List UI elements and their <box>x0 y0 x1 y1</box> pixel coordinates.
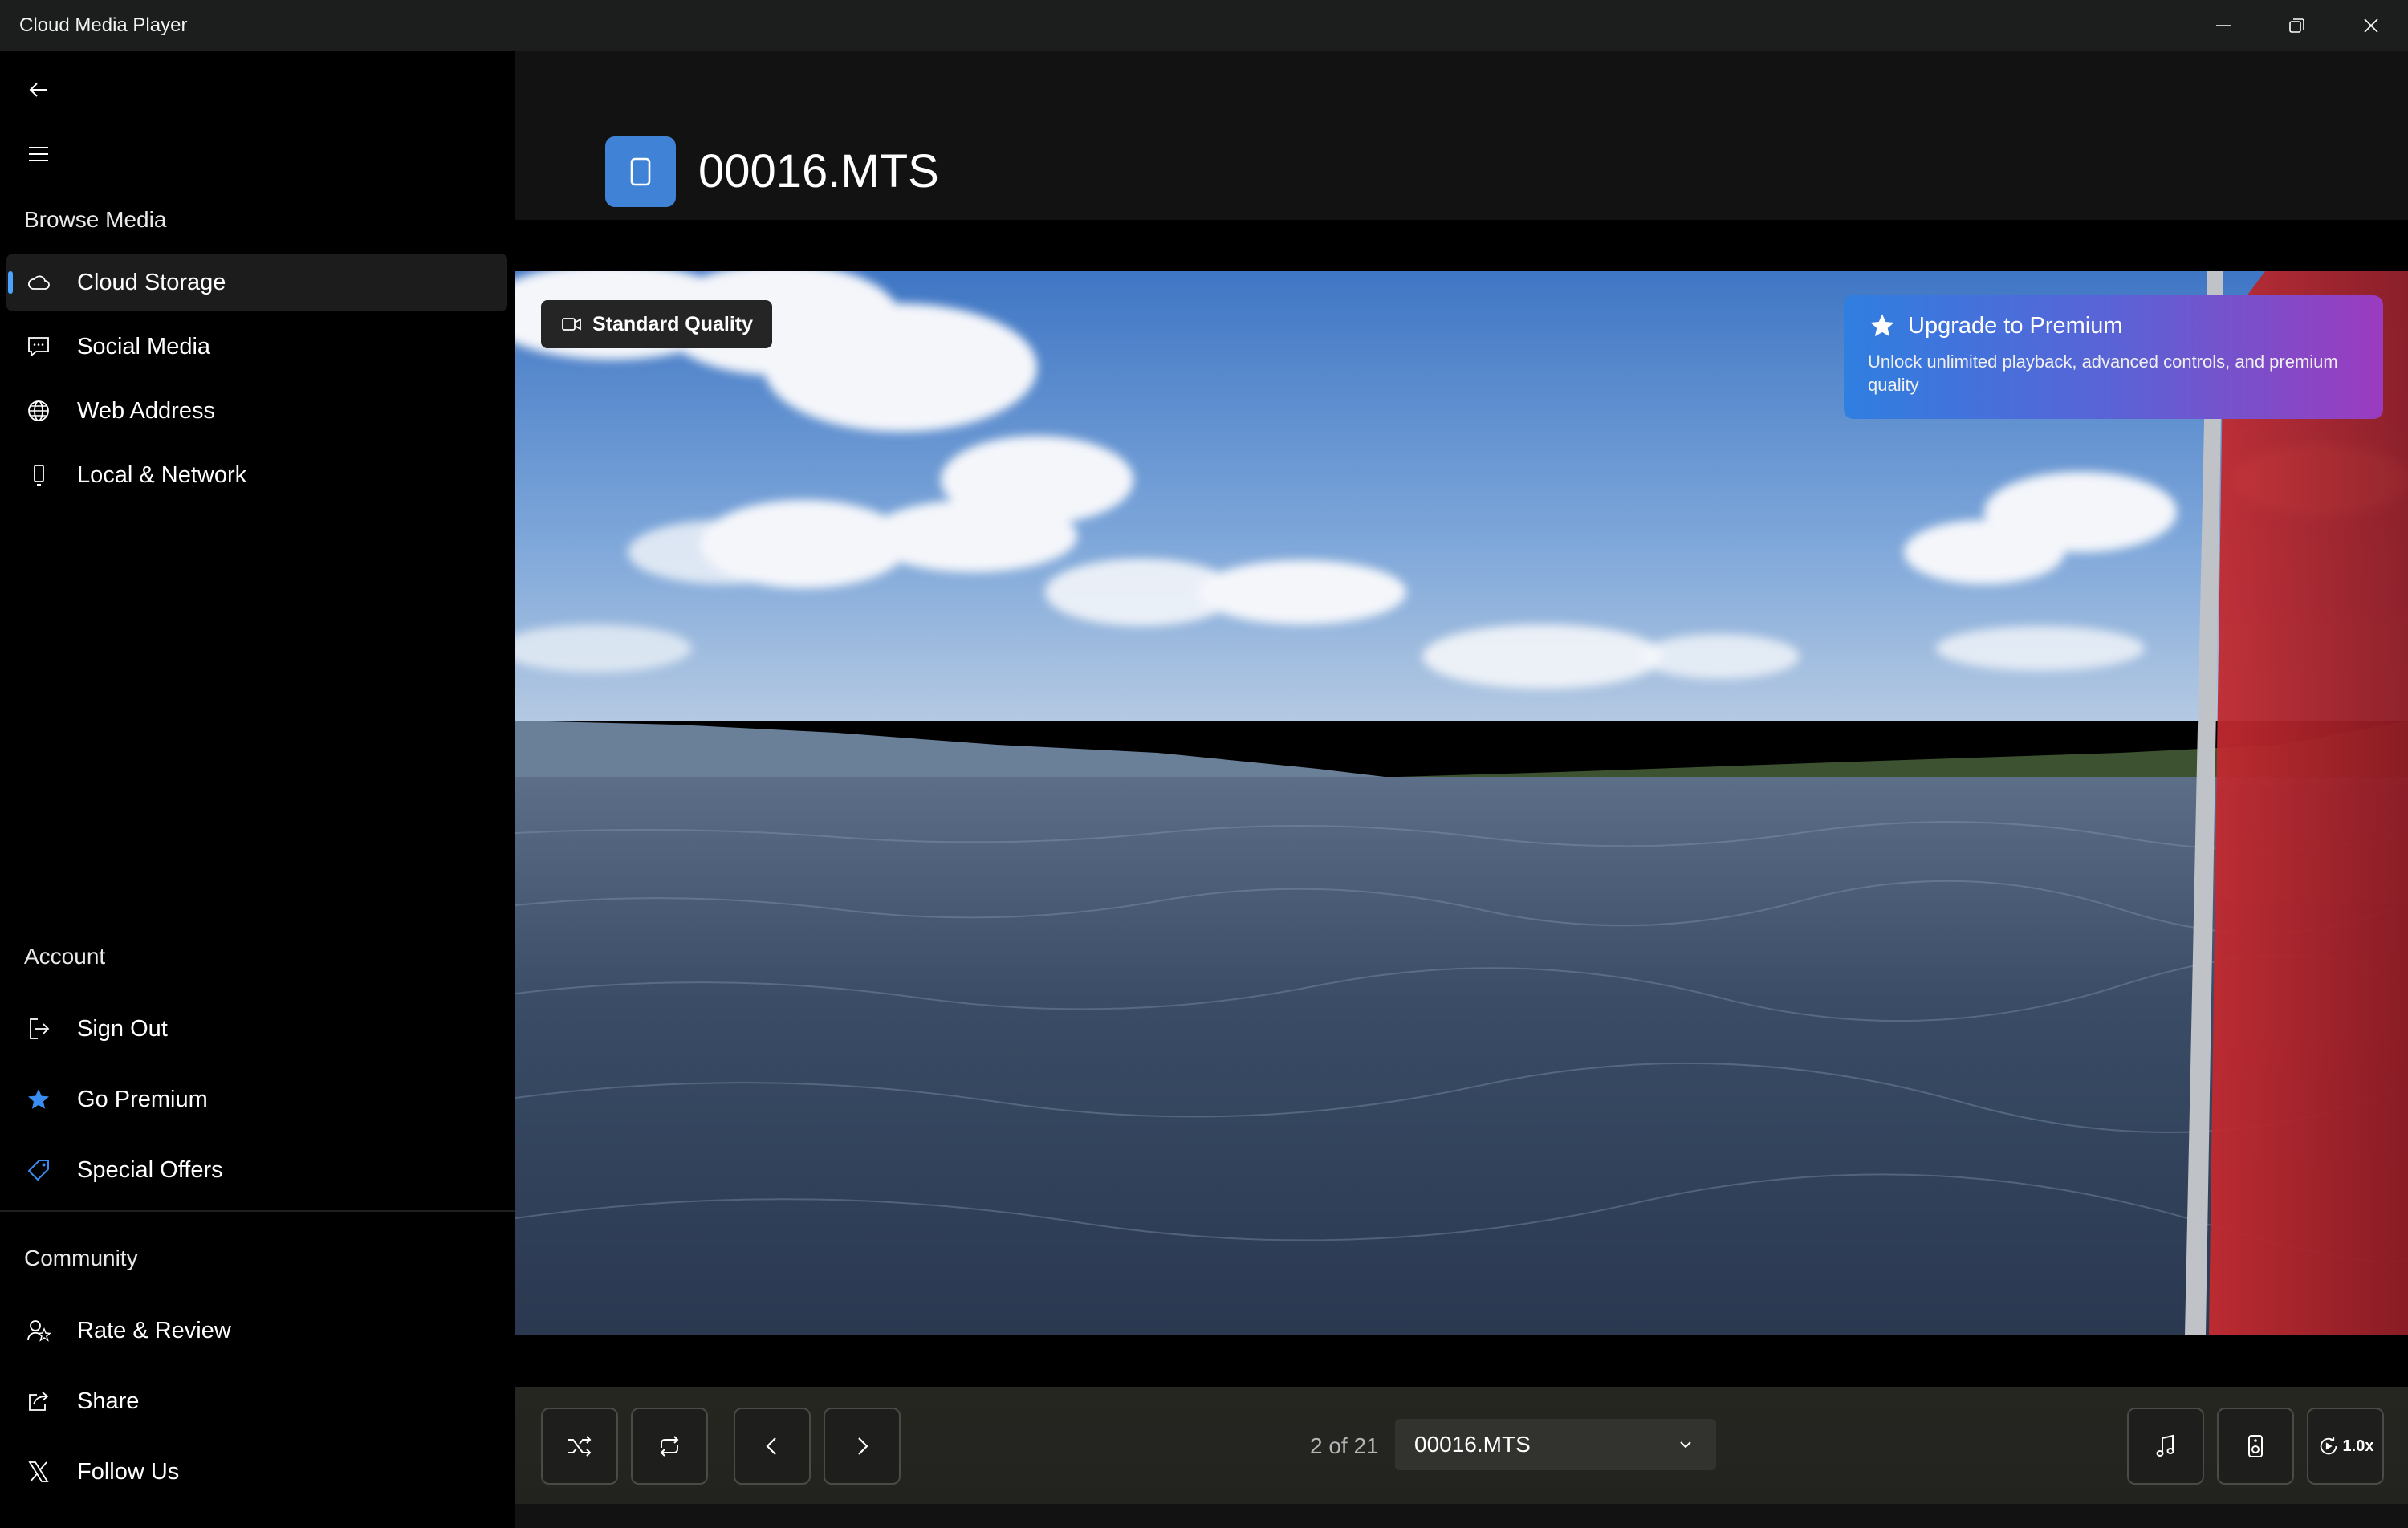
chevron-down-icon <box>1680 1441 1691 1449</box>
playback-speed-value: 1.0x <box>2342 1437 2374 1455</box>
menu-button[interactable] <box>18 133 59 175</box>
title-bar: Cloud Media Player <box>0 0 2408 51</box>
globe-icon <box>24 396 53 425</box>
sidebar-item-label: Go Premium <box>77 1086 208 1112</box>
previous-button[interactable] <box>734 1408 811 1485</box>
sidebar-item-local-network[interactable]: Local & Network <box>6 446 507 504</box>
star-icon <box>1870 314 1894 337</box>
sidebar-item-label: Follow Us <box>77 1458 180 1485</box>
sidebar-item-label: Web Address <box>77 397 215 424</box>
playback-controls: 2 of 21 00016.MTS 1.0x <box>515 1387 2408 1504</box>
speaker-button[interactable] <box>2217 1408 2294 1485</box>
sidebar-item-label: Social Media <box>77 333 211 360</box>
video-player[interactable]: Standard Quality Upgrade to Premium Unlo… <box>515 220 2408 1388</box>
sidebar-item-social-media[interactable]: Social Media <box>6 318 507 376</box>
minimize-button[interactable] <box>2186 0 2260 51</box>
quality-badge[interactable]: Standard Quality <box>541 300 773 348</box>
file-icon <box>605 136 676 207</box>
star-icon <box>24 1085 53 1114</box>
previous-icon <box>766 1437 776 1455</box>
phone-icon <box>24 461 53 490</box>
file-select-dropdown[interactable]: 00016.MTS <box>1395 1419 1716 1470</box>
shuffle-button[interactable] <box>541 1408 618 1485</box>
community-heading: Community <box>24 1246 138 1270</box>
restore-icon <box>2289 18 2304 33</box>
video-camera-icon <box>562 318 581 331</box>
premium-description: Unlock unlimited playback, advanced cont… <box>1868 352 2338 395</box>
cloud-icon <box>24 268 53 297</box>
video-frame[interactable] <box>515 271 2408 1335</box>
speaker-icon <box>2248 1435 2263 1457</box>
back-button[interactable] <box>18 69 59 111</box>
window-title: Cloud Media Player <box>19 14 188 36</box>
sidebar-item-follow-us[interactable]: Follow Us <box>6 1443 507 1501</box>
close-button[interactable] <box>2334 0 2408 51</box>
minimize-icon <box>2216 25 2231 26</box>
file-header: 00016.MTS <box>515 51 2408 220</box>
sidebar-item-rate-review[interactable]: Rate & Review <box>6 1302 507 1359</box>
audio-track-button[interactable] <box>2127 1408 2204 1485</box>
account-heading: Account <box>24 944 106 969</box>
quality-label: Standard Quality <box>592 312 754 335</box>
sign-out-icon <box>24 1014 53 1043</box>
sidebar-item-share[interactable]: Share <box>6 1372 507 1430</box>
page-title: 00016.MTS <box>698 145 939 197</box>
app-window: Cloud Media Player Browse Media Cloud St… <box>0 0 2408 1528</box>
close-icon <box>2364 18 2378 33</box>
repeat-button[interactable] <box>631 1408 708 1485</box>
video-scene-image <box>515 271 2408 1335</box>
playback-speed-icon <box>2320 1437 2337 1455</box>
sidebar-item-label: Local & Network <box>77 461 247 488</box>
playlist-position: 2 of 21 <box>1310 1433 1379 1458</box>
sidebar-item-special-offers[interactable]: Special Offers <box>6 1141 507 1199</box>
sidebar-item-label: Cloud Storage <box>77 269 226 295</box>
sidebar-divider <box>0 1210 515 1212</box>
back-arrow-icon <box>29 83 47 97</box>
sidebar-item-label: Rate & Review <box>77 1317 231 1343</box>
chat-icon <box>24 332 53 361</box>
sidebar-item-go-premium[interactable]: Go Premium <box>6 1071 507 1128</box>
playback-speed-button[interactable]: 1.0x <box>2307 1408 2384 1485</box>
rate-review-icon <box>24 1316 53 1345</box>
upgrade-premium-banner[interactable]: Upgrade to Premium Unlock unlimited play… <box>1844 295 2383 419</box>
tag-icon <box>24 1156 53 1185</box>
file-select-value: 00016.MTS <box>1414 1432 1531 1457</box>
premium-title: Upgrade to Premium <box>1908 312 2123 339</box>
next-button[interactable] <box>824 1408 901 1485</box>
hamburger-icon <box>29 147 48 161</box>
x-logo-icon <box>24 1457 53 1486</box>
sidebar-item-sign-out[interactable]: Sign Out <box>6 1000 507 1058</box>
repeat-icon <box>660 1436 679 1457</box>
browse-media-heading: Browse Media <box>24 207 167 232</box>
music-note-icon <box>2156 1434 2174 1457</box>
sidebar-item-cloud-storage[interactable]: Cloud Storage <box>6 254 507 311</box>
restore-button[interactable] <box>2260 0 2334 51</box>
sidebar-item-web-address[interactable]: Web Address <box>6 382 507 440</box>
share-icon <box>24 1387 53 1416</box>
sidebar-item-label: Special Offers <box>77 1156 223 1183</box>
sidebar: Browse Media Cloud Storage Social Media … <box>0 51 515 1528</box>
shuffle-icon <box>568 1436 592 1457</box>
active-indicator <box>8 271 13 294</box>
sidebar-item-label: Share <box>77 1388 140 1414</box>
sidebar-item-label: Sign Out <box>77 1015 168 1042</box>
main-content: 00016.MTS Standard Quality Upgrade to Pr… <box>515 51 2408 1528</box>
next-icon <box>858 1437 868 1455</box>
